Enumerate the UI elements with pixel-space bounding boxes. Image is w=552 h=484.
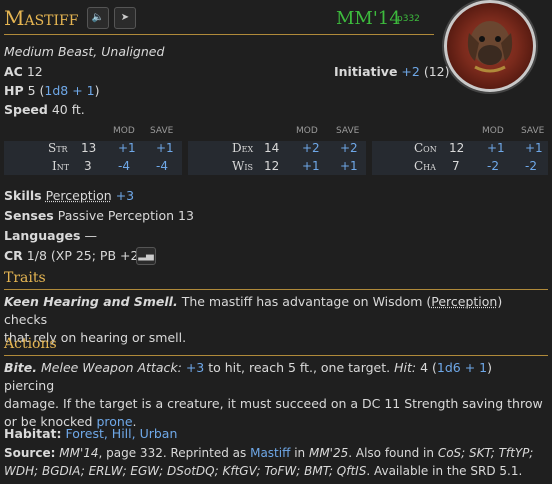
action-hit-value: 4 ( [420,360,437,375]
speed-value: 40 ft. [51,102,85,117]
action-type: Melee Weapon Attack: [41,360,182,375]
ability-name-con: Con [414,141,437,155]
trait-text-1: The mastiff has advantage on Wisdom ( [181,294,432,309]
ability-save-str[interactable]: +1 [156,141,174,155]
ability-score-cha: 7 [452,159,460,173]
action-name: Bite. [4,360,38,375]
senses-line: Senses Passive Perception 13 [4,208,194,223]
ability-mod-dex[interactable]: +2 [302,141,320,155]
senses-label: Senses [4,208,54,223]
cr-label: CR [4,248,23,263]
action-tohit-roll[interactable]: +3 [186,360,204,375]
skill-perception-link[interactable]: Perception [46,188,112,203]
mastiff-portrait [467,21,513,73]
speed-line: Speed 40 ft. [4,102,85,117]
trait-perception-link[interactable]: Perception [431,294,497,309]
ability-name-dex: Dex [232,141,254,155]
source-abbr[interactable]: MM'14 [336,8,401,29]
creature-name: Mastiff [4,6,79,30]
source-book: MM'14 [59,446,99,460]
also-found-books-2: WDH; BGDIA; ERLW; EGW; DSotDQ; KftGV; To… [4,464,367,478]
ability-score-int: 3 [84,159,92,173]
initiative-label: Initiative [334,64,398,79]
skills-label: Skills [4,188,42,203]
action-bite: Bite. Melee Weapon Attack: +3 to hit, re… [4,359,544,431]
hp-dice-roll[interactable]: 1d8 + 1 [44,83,94,98]
speed-label: Speed [4,102,48,117]
mod-header-3: MOD [482,126,504,136]
hp-value: 5 ( [27,83,45,98]
hp-line: HP 5 (1d8 + 1) [4,83,100,98]
source-label: Source: [4,446,56,460]
action-damage-roll[interactable]: 1d6 + 1 [437,360,487,375]
source-text-1: , page 332. Reprinted as [98,446,247,460]
action-hit-label: Hit: [394,360,417,375]
reprint-link[interactable]: Mastiff [250,446,290,460]
initiative-roll[interactable]: +2 [401,64,419,79]
ability-save-dex[interactable]: +2 [340,141,358,155]
send-icon: ➤ [120,12,130,23]
size-type: Medium Beast, Unaligned [4,44,165,59]
ability-name-str: Str [48,141,68,155]
signal-bars-icon: ▂▄ [138,250,154,261]
ac-value: 12 [26,64,43,79]
source-text-4: . Available in the SRD 5.1. [366,464,523,478]
languages-value: — [84,228,97,243]
ability-score-wis: 12 [264,159,280,173]
initiative-score: (12) [423,64,450,79]
ability-mod-con[interactable]: +1 [487,141,505,155]
share-button[interactable]: ➤ [114,7,136,29]
ability-mod-wis[interactable]: +1 [302,159,320,173]
senses-value: Passive Perception 13 [57,208,194,223]
skill-perception-roll[interactable]: +3 [116,188,134,203]
traits-title: Traits [4,270,46,286]
ability-save-int[interactable]: -4 [156,159,168,173]
languages-line: Languages — [4,228,97,243]
sound-button[interactable]: 🔈 [87,7,109,29]
ability-name-cha: Cha [414,159,436,173]
source-text-2: in [294,446,306,460]
save-header-3: SAVE [521,126,545,136]
ac-line: AC 12 [4,64,43,79]
hp-close: ) [94,83,100,98]
ability-save-cha[interactable]: -2 [525,159,537,173]
trait-name: Keen Hearing and Smell. [4,294,178,309]
actions-title: Actions [4,336,57,352]
action-text-2: damage. If the target is a creature, it … [4,396,543,411]
ac-label: AC [4,64,23,79]
ability-mod-int[interactable]: -4 [118,159,130,173]
source-line: Source: MM'14, page 332. Reprinted as Ma… [4,444,544,480]
action-text-1: to hit, reach 5 ft., one target. [208,360,391,375]
ability-mod-cha[interactable]: -2 [487,159,499,173]
mod-header-2: MOD [296,126,318,136]
save-header-2: SAVE [336,126,360,136]
ability-score-str: 13 [81,141,97,155]
scale-cr-button[interactable]: ▂▄ [136,247,156,265]
creature-token[interactable] [444,0,536,92]
trait-keen-hearing: Keen Hearing and Smell. The mastiff has … [4,293,544,347]
ability-score-con: 12 [449,141,465,155]
ability-save-con[interactable]: +1 [525,141,543,155]
save-header-1: SAVE [150,126,174,136]
source-page: p332 [397,14,420,24]
source-text-3: . Also found in [348,446,434,460]
hp-label: HP [4,83,24,98]
languages-label: Languages [4,228,81,243]
also-found-books-1: CoS; SKT; TftYP; [437,446,534,460]
ability-name-int: Int [52,159,70,173]
skills-line: Skills Perception +3 [4,188,134,203]
speaker-icon: 🔈 [91,12,105,23]
habitat-links[interactable]: Forest, Hill, Urban [66,426,178,441]
ability-name-wis: Wis [232,159,253,173]
initiative-line: Initiative +2 (12) [334,64,450,79]
ability-score-dex: 14 [264,141,280,155]
ability-save-wis[interactable]: +1 [340,159,358,173]
habitat-line: Habitat: Forest, Hill, Urban [4,426,177,441]
reprint-book: MM'25 [308,446,349,460]
habitat-label: Habitat: [4,426,62,441]
cr-line: CR 1/8 (XP 25; PB +2) [4,248,143,263]
cr-value: 1/8 (XP 25; PB +2) [26,248,144,263]
ability-mod-str[interactable]: +1 [118,141,136,155]
mod-header-1: MOD [113,126,135,136]
